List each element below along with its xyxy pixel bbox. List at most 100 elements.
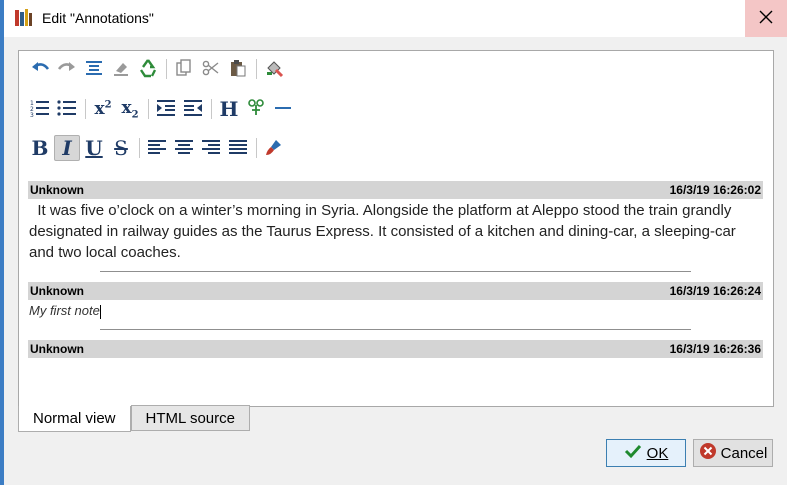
center-block-icon — [85, 59, 103, 80]
align-left-icon — [147, 138, 167, 159]
symbol-button[interactable] — [243, 96, 269, 122]
toolbar-row-format: B I U S — [27, 134, 288, 162]
recycle-icon — [138, 58, 158, 81]
note-header: Unknown 16/3/19 16:26:36 — [28, 340, 763, 358]
books-icon — [14, 8, 34, 28]
checkmark-icon — [624, 443, 642, 463]
bullet-list-button[interactable] — [54, 96, 80, 122]
numbered-list-button[interactable]: 123 — [27, 96, 53, 122]
note-timestamp: 16/3/19 16:26:36 — [669, 342, 761, 356]
eraser-button[interactable] — [108, 56, 134, 82]
note-author: Unknown — [30, 183, 84, 197]
note-header: Unknown 16/3/19 16:26:02 — [28, 181, 763, 199]
cancel-icon — [699, 442, 717, 464]
indent-button[interactable] — [153, 96, 179, 122]
note-text-container[interactable]: My first note — [28, 300, 763, 321]
cancel-label: Cancel — [720, 444, 768, 462]
tab-label: Normal view — [33, 410, 116, 427]
bold-icon: B — [31, 136, 49, 160]
annotation-editor[interactable]: 123 x2 x2 H B I U S Unknown 16/3/19 16:2… — [18, 50, 774, 407]
toolbar-separator — [139, 138, 140, 158]
paste-icon — [229, 59, 247, 80]
subscript-button[interactable]: x2 — [117, 96, 143, 122]
toolbar-separator — [85, 99, 86, 119]
notes-content[interactable]: Unknown 16/3/19 16:26:02 It was five o’c… — [28, 181, 763, 358]
justify-icon — [228, 138, 248, 159]
toolbar-separator — [256, 59, 257, 79]
title-bar: Edit "Annotations" — [4, 0, 787, 37]
align-center-icon — [174, 138, 194, 159]
note-divider — [100, 329, 691, 330]
tab-html-source[interactable]: HTML source — [130, 405, 250, 431]
italic-icon: I — [62, 136, 72, 160]
undo-icon — [30, 59, 50, 80]
horizontal-rule-icon — [273, 99, 293, 120]
close-icon — [759, 10, 773, 27]
note-header: Unknown 16/3/19 16:26:24 — [28, 282, 763, 300]
justify-button[interactable] — [225, 135, 251, 161]
cut-button[interactable] — [198, 56, 224, 82]
note-entry: Unknown 16/3/19 16:26:24 My first note — [28, 282, 763, 330]
close-button[interactable] — [745, 0, 787, 37]
indent-icon — [156, 99, 176, 120]
undo-button[interactable] — [27, 56, 53, 82]
strikethrough-icon: S — [114, 136, 128, 160]
align-right-button[interactable] — [198, 135, 224, 161]
note-timestamp: 16/3/19 16:26:24 — [669, 284, 761, 298]
subscript-icon: x2 — [121, 97, 139, 121]
bold-button[interactable]: B — [27, 135, 53, 161]
text-caret — [99, 304, 101, 319]
underline-button[interactable]: U — [81, 135, 107, 161]
underline-icon: U — [85, 136, 103, 160]
copy-icon — [175, 58, 193, 80]
eraser-icon — [112, 59, 130, 80]
outdent-icon — [183, 99, 203, 120]
svg-text:3: 3 — [30, 112, 34, 117]
align-right-icon — [201, 138, 221, 159]
heading-icon: H — [219, 97, 239, 121]
italic-button[interactable]: I — [54, 135, 80, 161]
strikethrough-button[interactable]: S — [108, 135, 134, 161]
heading-button[interactable]: H — [216, 96, 242, 122]
note-entry: Unknown 16/3/19 16:26:36 — [28, 340, 763, 358]
clear-format-icon — [264, 58, 284, 81]
tab-normal-view[interactable]: Normal view — [18, 406, 131, 432]
cancel-button[interactable]: Cancel — [693, 439, 773, 467]
horizontal-rule-button[interactable] — [270, 96, 296, 122]
clear-format-button[interactable] — [261, 56, 287, 82]
note-text[interactable]: It was five o’clock on a winter’s mornin… — [28, 199, 763, 263]
bullet-list-icon — [57, 99, 77, 120]
ok-button[interactable]: OK — [606, 439, 686, 467]
view-tabs: Normal view HTML source — [18, 405, 250, 432]
paintbrush-icon — [264, 137, 284, 160]
window-title: Edit "Annotations" — [42, 10, 154, 26]
align-left-button[interactable] — [144, 135, 170, 161]
toolbar-row-edit — [27, 55, 288, 83]
superscript-icon: x2 — [94, 99, 112, 119]
note-entry: Unknown 16/3/19 16:26:02 It was five o’c… — [28, 181, 763, 272]
note-author: Unknown — [30, 342, 84, 356]
note-timestamp: 16/3/19 16:26:02 — [669, 183, 761, 197]
toolbar-separator — [211, 99, 212, 119]
paste-button[interactable] — [225, 56, 251, 82]
toolbar-row-structure: 123 x2 x2 H — [27, 95, 297, 123]
ok-label: OK — [646, 444, 669, 462]
note-divider — [100, 271, 691, 272]
outdent-button[interactable] — [180, 96, 206, 122]
copy-button[interactable] — [171, 56, 197, 82]
tab-label: HTML source — [145, 409, 235, 427]
numbered-list-icon: 123 — [30, 99, 50, 120]
redo-icon — [57, 59, 77, 80]
symbol-icon — [246, 98, 266, 120]
redo-button[interactable] — [54, 56, 80, 82]
scissors-icon — [202, 59, 220, 80]
note-text: My first note — [29, 303, 100, 318]
toolbar-separator — [256, 138, 257, 158]
center-block-button[interactable] — [81, 56, 107, 82]
recycle-button[interactable] — [135, 56, 161, 82]
text-color-button[interactable] — [261, 135, 287, 161]
toolbar-separator — [148, 99, 149, 119]
toolbar-separator — [166, 59, 167, 79]
align-center-button[interactable] — [171, 135, 197, 161]
superscript-button[interactable]: x2 — [90, 96, 116, 122]
